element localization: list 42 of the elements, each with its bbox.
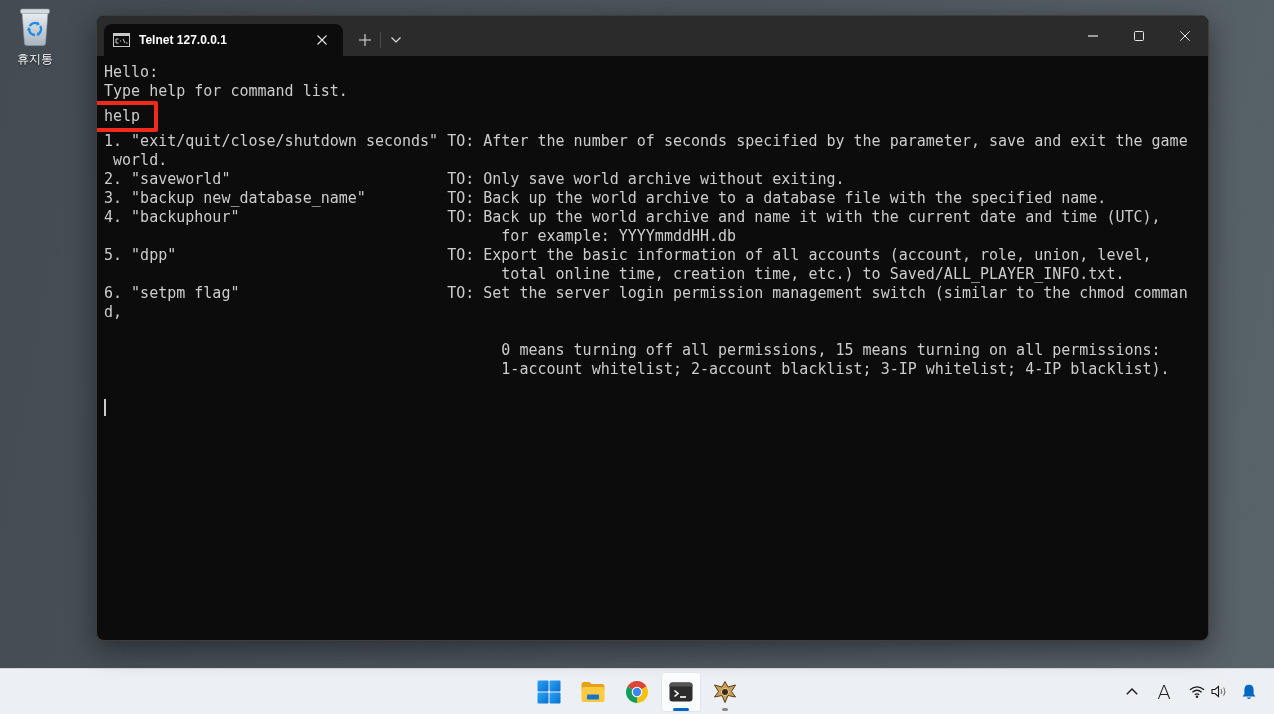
command-description: 1-account whitelist; 2-account blacklist; 3-IP whitelist; 4-IP blacklist). [501,360,1170,379]
terminal-line: Hello: [104,63,159,82]
command-description: TO: After the number of seconds specified by the parameter, save and exit the game [447,132,1188,151]
taskbar-button[interactable] [661,671,701,712]
command-description: total online time, creation time, etc.) to Saved/ALL_PLAYER_INFO.txt. [501,265,1125,284]
folder-icon [581,679,605,704]
desktop-icon-label[interactable]: 휴지통 [17,52,53,67]
plus-icon [359,34,371,46]
command-description: TO: Set the server login permission management switch (similar to the chmod comman [447,284,1188,303]
browser-icon [625,679,649,704]
terminal-tab[interactable]: Telnet 127.0.0.1 [104,24,343,56]
console-icon [113,33,130,47]
wifi-icon[interactable] [1189,685,1205,698]
start-icon [537,679,561,704]
command-name: 3. "backup new_database_name" [104,189,366,208]
close-icon [317,35,327,45]
recycle-bin-icon[interactable] [18,6,52,46]
speaker-icon[interactable] [1211,685,1227,698]
command-description: TO: Only save world archive without exiting. [447,170,845,189]
emblem-icon [713,679,737,704]
text-cursor [104,399,106,416]
command-description: TO: Export the basic information of all accounts (account, role, union, level, [447,246,1152,265]
command-name: 1. "exit/quit/close/shutdown seconds" [104,132,439,151]
maximize-icon [1134,31,1144,41]
command-description: TO: Back up the world archive to a database file with the specified name. [447,189,1107,208]
minimize-icon [1088,35,1098,37]
chevron-down-icon [391,37,401,43]
terminal-line: d, [104,303,123,322]
command-name: 4. "backuphour" [104,208,240,227]
command-description: 0 means turning off all permissions, 15 means turning on all permissions: [501,341,1161,360]
terminal-line: Type help for command list. [104,82,348,101]
terminal-line: world. [113,151,168,170]
input-mode-indicator[interactable]: A [1157,680,1171,703]
notification-bell-icon[interactable] [1242,683,1256,700]
chevron-up-icon[interactable] [1126,688,1139,695]
close-icon [1180,31,1190,41]
terminal-line: help [104,107,141,126]
command-name: 5. "dpp" [104,246,177,265]
command-name: 2. "saveworld" [104,170,231,189]
command-description: for example: YYYYmmddHH.db [501,227,737,246]
command-description: TO: Back up the world archive and name it with the current date and time (UTC), [447,208,1161,227]
command-name: 6. "setpm flag" [104,284,240,303]
